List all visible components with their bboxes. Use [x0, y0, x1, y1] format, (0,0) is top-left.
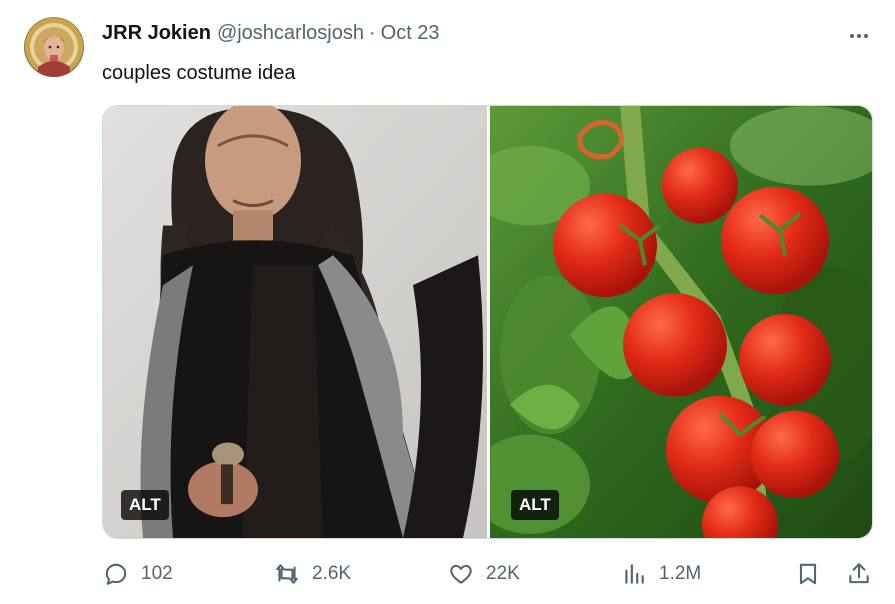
alt-badge[interactable]: ALT	[511, 490, 559, 520]
more-horizontal-icon	[850, 34, 868, 38]
avatar[interactable]	[24, 17, 84, 77]
alt-badge[interactable]: ALT	[121, 490, 169, 520]
retweet-count: 2.6K	[312, 563, 352, 584]
man-in-robe-photo	[103, 106, 487, 538]
bookmark-button[interactable]	[795, 556, 821, 592]
reply-icon	[105, 563, 127, 585]
views-button[interactable]: 1.2M	[621, 556, 701, 592]
display-name[interactable]: JRR Jokien	[102, 20, 211, 46]
reply-button[interactable]: 102	[103, 556, 173, 592]
tweet: JRR Jokien @joshcarlosjosh · Oct 23 coup…	[0, 0, 895, 604]
tomato-vine-photo	[490, 106, 872, 538]
tweet-header: JRR Jokien @joshcarlosjosh · Oct 23	[102, 20, 440, 46]
media-image-1[interactable]: ALT	[103, 106, 487, 538]
media-image-2[interactable]: ALT	[490, 106, 872, 538]
avatar-image	[25, 18, 83, 77]
like-count: 22K	[486, 563, 520, 584]
bar-chart-icon	[625, 564, 644, 584]
action-bar: 102 2.6K 22K 1.2M	[0, 556, 895, 592]
share-icon	[849, 563, 869, 584]
like-button[interactable]: 22K	[448, 556, 520, 592]
reply-count: 102	[141, 563, 173, 584]
more-button[interactable]	[845, 24, 873, 48]
bookmark-icon	[799, 563, 817, 585]
share-button[interactable]	[846, 556, 872, 592]
media-grid: ALT ALT	[102, 105, 873, 539]
tweet-date[interactable]: Oct 23	[381, 20, 440, 46]
retweet-button[interactable]: 2.6K	[274, 556, 351, 592]
heart-icon	[450, 564, 472, 584]
views-count: 1.2M	[659, 563, 702, 584]
retweet-icon	[276, 564, 298, 584]
tweet-text: couples costume idea	[102, 62, 296, 84]
separator-dot: ·	[368, 22, 376, 44]
user-handle[interactable]: @joshcarlosjosh	[217, 20, 364, 46]
